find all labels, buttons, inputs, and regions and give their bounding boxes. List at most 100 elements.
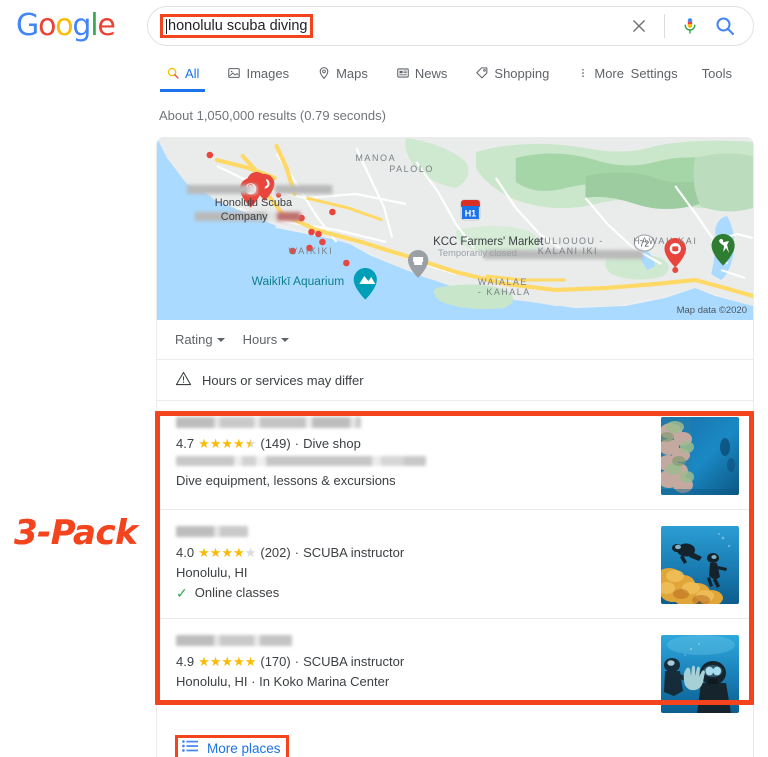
more-places-label: More places: [207, 741, 281, 756]
chevron-down-icon: [216, 337, 225, 342]
check-icon: ✓: [176, 584, 188, 601]
microphone-icon[interactable]: [679, 15, 701, 37]
more-dots-icon: [577, 66, 589, 80]
google-logo[interactable]: Google: [16, 8, 116, 43]
three-pack-annotation: 3-Pack: [14, 513, 138, 553]
tag-icon: [475, 66, 489, 80]
logo-letter: e: [97, 8, 115, 43]
svg-text:KULIOUOU -: KULIOUOU -: [537, 236, 604, 246]
tab-label: Images: [246, 65, 290, 81]
business-address: Honolulu, HI: [176, 565, 248, 580]
coral-reef-photo: [661, 417, 739, 495]
list-item[interactable]: 4.0 ★ ★ ★ ★ ★ (202) · SCUBA instructor Honol…: [157, 510, 753, 619]
business-address: Honolulu, HI · In Koko Marina Center: [176, 674, 390, 689]
more-places-row: More places: [157, 727, 753, 757]
tab-all[interactable]: All: [152, 56, 213, 92]
listing-thumbnail[interactable]: [661, 417, 739, 495]
business-name-redacted: [176, 417, 361, 428]
search-actions: [628, 7, 753, 45]
tools-button[interactable]: Tools: [702, 66, 732, 81]
business-name-redacted: [176, 526, 248, 537]
tab-more[interactable]: More: [563, 56, 638, 90]
filter-label: Rating: [175, 332, 213, 347]
search-bar[interactable]: honolulu scuba diving: [147, 6, 754, 46]
logo-letter: G: [16, 8, 39, 43]
filter-label: Hours: [242, 332, 278, 347]
map-attribution: Map data ©2020: [676, 305, 747, 316]
divider: [664, 14, 665, 38]
business-address-redacted: [176, 456, 426, 466]
tab-images[interactable]: Images: [213, 56, 303, 90]
tab-maps[interactable]: Maps: [303, 56, 382, 90]
result-stats: About 1,050,000 results (0.79 seconds): [159, 108, 386, 123]
map-pin-icon: [317, 66, 331, 80]
local-map[interactable]: H1 72 72: [157, 138, 753, 320]
tab-label: News: [414, 65, 448, 81]
local-listings: 4.7 ★ ★ ★ ★ ★ (149) · Dive shop Dive equipme…: [157, 401, 753, 727]
svg-text:H1: H1: [465, 208, 476, 218]
listing-details: 4.7 ★ ★ ★ ★ ★ (149) · Dive shop Dive equipme…: [176, 415, 649, 488]
tab-label: More: [594, 65, 624, 81]
separator: ·: [294, 654, 300, 669]
business-description: Dive equipment, lessons & excursions: [176, 473, 396, 488]
warning-triangle-icon: [175, 370, 192, 390]
filter-hours[interactable]: Hours: [243, 332, 290, 347]
svg-text:PALOLO: PALOLO: [389, 164, 434, 174]
map-graphic: H1 72 72: [157, 138, 753, 320]
tab-shopping[interactable]: Shopping: [461, 56, 563, 90]
tab-news[interactable]: News: [382, 56, 462, 90]
svg-text:Waikīkī Aquarium: Waikīkī Aquarium: [252, 274, 345, 288]
search-nav-bar: All Images Maps News Shopping More Setti…: [0, 56, 768, 92]
rating-value: 4.0: [176, 545, 195, 560]
business-category: SCUBA instructor: [303, 545, 405, 560]
svg-text:HAWAII KAI: HAWAII KAI: [633, 236, 697, 246]
logo-letter: g: [72, 8, 91, 43]
star-rating-icon: ★ ★ ★ ★ ★: [198, 436, 257, 451]
listing-details: 4.9 ★ ★ ★ ★ ★ (170) · SCUBA instructor Honol…: [176, 633, 649, 694]
local-pack-card: H1 72 72: [156, 137, 754, 757]
svg-text:KCC Farmers' Market: KCC Farmers' Market: [433, 236, 544, 248]
listing-thumbnail[interactable]: [661, 526, 739, 604]
business-category: Dive shop: [303, 436, 361, 451]
close-icon[interactable]: [628, 15, 650, 37]
text-cursor: [166, 18, 167, 34]
google-serp-page: Google honolulu scuba diving All Images …: [0, 0, 768, 757]
separator: ·: [294, 545, 300, 560]
listing-thumbnail[interactable]: [661, 635, 739, 713]
more-places-button[interactable]: More places: [175, 735, 289, 757]
feature-label: Online classes: [194, 585, 280, 600]
review-count: (170): [260, 654, 291, 669]
filter-rating[interactable]: Rating: [175, 332, 225, 347]
review-count: (149): [260, 436, 291, 451]
search-tabs: All Images Maps News Shopping More: [152, 56, 638, 92]
list-item[interactable]: 4.9 ★ ★ ★ ★ ★ (170) · SCUBA instructor Honol…: [157, 619, 753, 727]
image-icon: [227, 66, 241, 80]
chevron-down-icon: [281, 337, 290, 342]
review-count: (202): [260, 545, 291, 560]
svg-text:KALANI IKI: KALANI IKI: [538, 246, 598, 256]
list-item[interactable]: 4.7 ★ ★ ★ ★ ★ (149) · Dive shop Dive equipme…: [157, 401, 753, 510]
svg-text:WAIALAE: WAIALAE: [478, 277, 528, 287]
hours-notice-text: Hours or services may differ: [202, 372, 364, 388]
search-tools-area: Settings Tools: [631, 56, 732, 90]
route-badge-h1: H1: [460, 199, 481, 221]
hours-notice: Hours or services may differ: [157, 360, 753, 401]
divers-over-reef-photo: [661, 526, 739, 604]
svg-text:Honolulu Scuba: Honolulu Scuba: [215, 197, 293, 209]
rating-value: 4.9: [176, 654, 195, 669]
tab-label: All: [185, 65, 200, 81]
star-rating-icon: ★ ★ ★ ★ ★: [198, 654, 257, 669]
news-icon: [396, 66, 410, 80]
listing-feature: ✓ Online classes: [176, 585, 649, 600]
business-name-redacted: [176, 635, 292, 646]
settings-button[interactable]: Settings: [631, 66, 678, 81]
local-filters: Rating Hours: [157, 320, 753, 360]
rating-row: 4.0 ★ ★ ★ ★ ★ (202) · SCUBA instructor: [176, 545, 649, 560]
svg-text:Temporarily closed: Temporarily closed: [438, 248, 517, 259]
svg-text:- KAHALA: - KAHALA: [478, 287, 531, 297]
list-icon: [182, 739, 198, 757]
search-icon[interactable]: [713, 14, 737, 38]
svg-text:Company: Company: [221, 211, 268, 223]
tab-label: Shopping: [494, 65, 550, 81]
search-input[interactable]: honolulu scuba diving: [168, 18, 307, 34]
